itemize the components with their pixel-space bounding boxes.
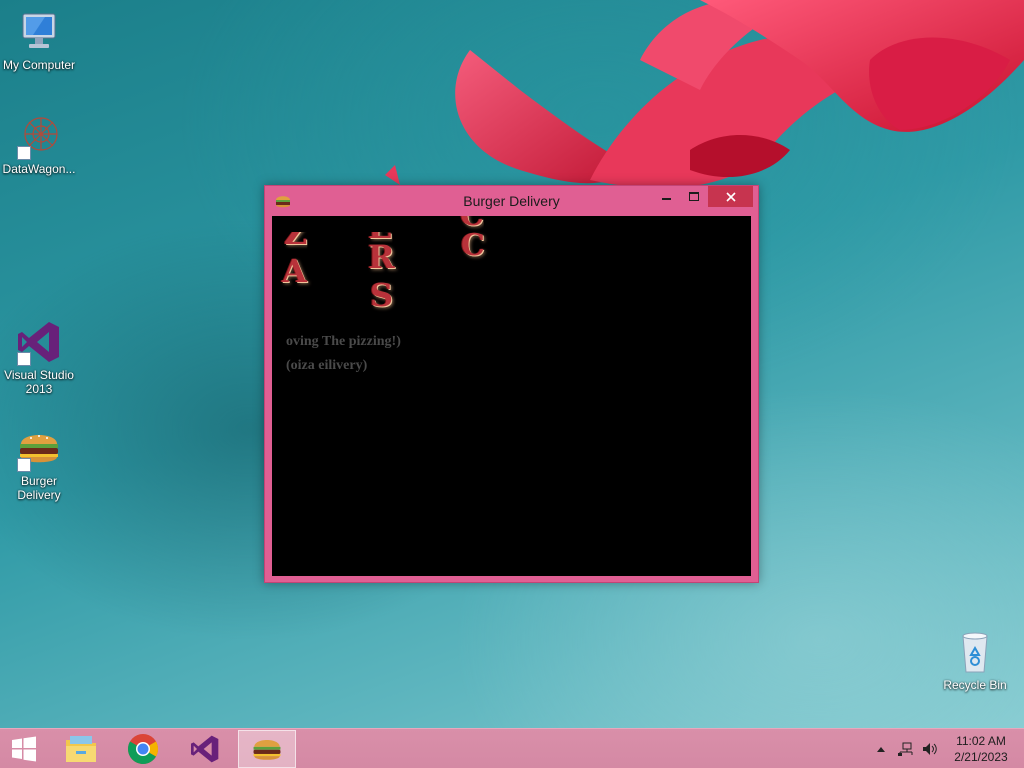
file-explorer-icon xyxy=(66,736,96,762)
scroll-letter: S xyxy=(370,276,394,314)
network-button[interactable] xyxy=(895,729,917,768)
visual-studio-icon xyxy=(191,735,219,763)
taskbar-clock[interactable]: 11:02 AM 2/21/2023 xyxy=(946,733,1016,765)
desktop-icon-visual-studio[interactable]: Visual Studio 2013 xyxy=(0,318,78,396)
taskbar: 11:02 AM 2/21/2023 xyxy=(0,728,1024,768)
minimize-button[interactable] xyxy=(654,186,680,207)
start-button[interactable] xyxy=(0,730,48,768)
close-icon xyxy=(725,191,736,202)
maximize-icon xyxy=(689,191,699,201)
maximize-button[interactable] xyxy=(681,186,707,207)
shortcut-arrow-icon xyxy=(17,352,31,366)
desktop-icon-datawagon[interactable]: DataWagon... xyxy=(0,112,78,176)
desktop-icon-recycle-bin[interactable]: Recycle Bin xyxy=(936,628,1014,692)
chevron-up-icon xyxy=(877,747,885,752)
start-icon xyxy=(12,736,36,762)
show-hidden-icons-button[interactable] xyxy=(872,729,890,768)
scroll-letter: Z xyxy=(284,216,308,252)
datawagon-icon xyxy=(15,112,63,160)
minimize-icon xyxy=(662,197,671,200)
desktop-icon-label: My Computer xyxy=(2,58,76,72)
desktop-icon-my-computer[interactable]: My Computer xyxy=(0,8,78,72)
burger-icon xyxy=(253,739,281,760)
computer-icon xyxy=(15,8,63,56)
scroll-letter: C xyxy=(461,228,485,263)
visual-studio-icon xyxy=(15,318,63,366)
volume-button[interactable] xyxy=(919,729,941,768)
burger-icon xyxy=(15,424,63,472)
status-line-1: oving The pizzing!) xyxy=(286,334,401,349)
desktop-icon-label: Recycle Bin xyxy=(943,678,1007,692)
status-line-2: (oiza eilivery) xyxy=(286,358,368,373)
scroll-letter: R xyxy=(368,238,395,276)
desktop-icon-label: DataWagon... xyxy=(2,162,76,176)
chrome-icon xyxy=(127,734,159,765)
clock-date: 2/21/2023 xyxy=(954,750,1008,764)
speaker-icon xyxy=(923,743,937,755)
taskbar-chrome[interactable] xyxy=(114,730,172,768)
game-canvas[interactable]: Z E C A R C S oving The pizzing!) (oiza … xyxy=(272,216,751,576)
network-icon xyxy=(898,742,913,756)
close-button[interactable] xyxy=(708,186,753,207)
desktop-icon-label: Visual Studio 2013 xyxy=(4,368,74,396)
window-titlebar[interactable]: Burger Delivery xyxy=(265,186,758,216)
shortcut-arrow-icon xyxy=(17,146,31,160)
desktop-icon-label: Burger Delivery xyxy=(17,474,61,502)
taskbar-burger-delivery[interactable] xyxy=(238,730,296,768)
clock-time: 11:02 AM xyxy=(956,734,1006,748)
scroll-letter: A xyxy=(282,252,307,290)
desktop-icon-burger-delivery[interactable]: Burger Delivery xyxy=(0,424,78,502)
taskbar-file-explorer[interactable] xyxy=(52,730,110,768)
taskbar-visual-studio[interactable] xyxy=(176,730,234,768)
shortcut-arrow-icon xyxy=(17,458,31,472)
burger-delivery-window[interactable]: Burger Delivery Z E C A R C S oving The … xyxy=(264,185,759,583)
recycle-bin-icon xyxy=(951,628,999,676)
